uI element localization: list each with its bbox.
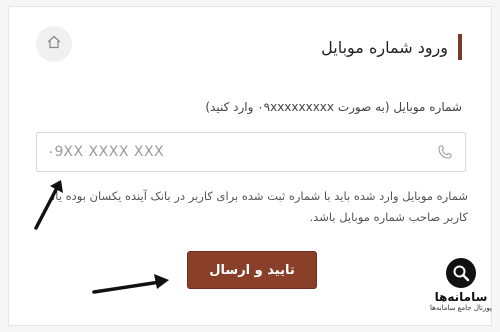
watermark-name: سامانه‌ها [434, 290, 488, 304]
annotation-arrow-submit [92, 274, 169, 294]
watermark-tagline: پورتال جامع سامانه‌ها [430, 304, 492, 312]
mobile-field-label: شماره موبایل (به صورت ۰۹xxxxxxxxx وارد ک… [205, 100, 462, 114]
annotation-arrow-input [34, 180, 63, 230]
home-button[interactable] [36, 26, 72, 62]
phone-icon [435, 142, 455, 162]
mobile-number-placeholder: ۰9XX XXXX XXX [47, 144, 165, 160]
submit-button[interactable]: تایید و ارسال [187, 251, 317, 289]
page-title: ورود شماره موبایل [321, 37, 448, 57]
watermark-logo: سامانه‌ها پورتال جامع سامانه‌ها [428, 258, 494, 328]
title-accent-bar [458, 34, 462, 60]
magnifier-icon [446, 258, 476, 288]
page-header: ورود شماره موبایل [321, 34, 462, 60]
mobile-number-input[interactable]: ۰9XX XXXX XXX [36, 132, 466, 172]
home-icon [46, 34, 62, 54]
mobile-help-text: شماره موبایل وارد شده باید با شماره ثبت … [51, 189, 468, 224]
